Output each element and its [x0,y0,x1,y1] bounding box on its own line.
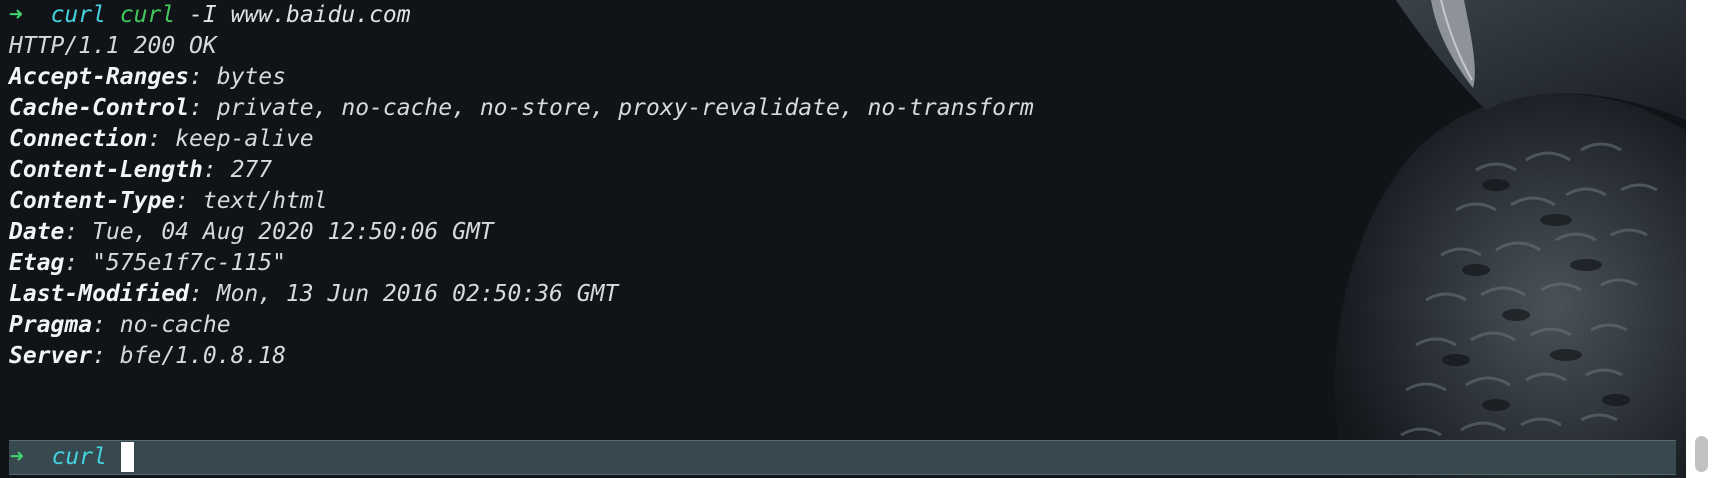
header-key: Content-Length [9,157,203,183]
command-arguments: -I www.baidu.com [175,2,411,28]
header-key: Server [9,343,93,369]
header-value: bfe/1.0.8.18 [119,343,286,369]
response-header-line: Connection: keep-alive [9,124,314,154]
header-value: 277 [230,157,273,183]
terminal-window[interactable]: ➜ curl curl -I www.baidu.com HTTP/1.1 20… [0,0,1686,478]
response-header-line: Accept-Ranges: bytes [9,62,286,92]
response-header-line: Etag: "575e1f7c-115" [9,248,286,278]
command-input-line[interactable]: ➜ curl [10,442,134,472]
header-separator: : [189,64,217,90]
header-value: private, no-cache, no-store, proxy-reval… [216,95,1034,121]
header-key: Cache-Control [9,95,190,121]
command-history-line: ➜ curl curl -I www.baidu.com [9,0,411,30]
http-status-line: HTTP/1.1 200 OK [9,33,217,59]
command-program: curl [119,2,176,28]
response-header-line: Pragma: no-cache [9,310,231,340]
header-key: Content-Type [9,188,176,214]
scrollbar-thumb[interactable] [1695,436,1708,472]
header-value: Tue, 04 Aug 2020 12:50:06 GMT [92,219,494,245]
response-header-line: Last-Modified: Mon, 13 Jun 2016 02:50:36… [9,279,618,309]
header-value: text/html [202,188,328,214]
prompt-arrow-icon: ➜ [10,444,24,470]
header-value: no-cache [119,312,231,338]
text-cursor [120,442,134,472]
header-separator: : [64,219,93,245]
command-input-bar[interactable]: ➜ curl [9,440,1676,475]
header-value: keep-alive [175,126,314,152]
response-header-line: Server: bfe/1.0.8.18 [9,341,286,371]
owl-illustration-icon [1334,0,1686,478]
header-separator: : [92,343,120,369]
header-key: Pragma [9,312,93,338]
header-key: Last-Modified [9,281,190,307]
response-header-line: Cache-Control: private, no-cache, no-sto… [9,93,1034,123]
command-input-text[interactable]: curl [52,444,107,470]
header-value: Mon, 13 Jun 2016 02:50:36 GMT [216,281,619,307]
header-separator: : [64,250,93,276]
header-value: "575e1f7c-115" [92,250,286,276]
header-key: Date [9,219,65,245]
header-key: Accept-Ranges [9,64,190,90]
header-separator: : [189,95,217,121]
header-separator: : [189,281,217,307]
response-header-line: Content-Length: 277 [9,155,272,185]
header-separator: : [202,157,231,183]
header-separator: : [175,188,203,214]
header-separator: : [92,312,120,338]
scrollbar[interactable] [1686,0,1716,478]
header-value: bytes [216,64,286,90]
command-alias: curl [50,2,106,28]
response-header-line: Date: Tue, 04 Aug 2020 12:50:06 GMT [9,217,494,247]
header-key: Etag [9,250,65,276]
header-separator: : [147,126,176,152]
response-header-line: Content-Type: text/html [9,186,328,216]
prompt-arrow-icon: ➜ [9,2,23,28]
header-key: Connection [9,126,148,152]
